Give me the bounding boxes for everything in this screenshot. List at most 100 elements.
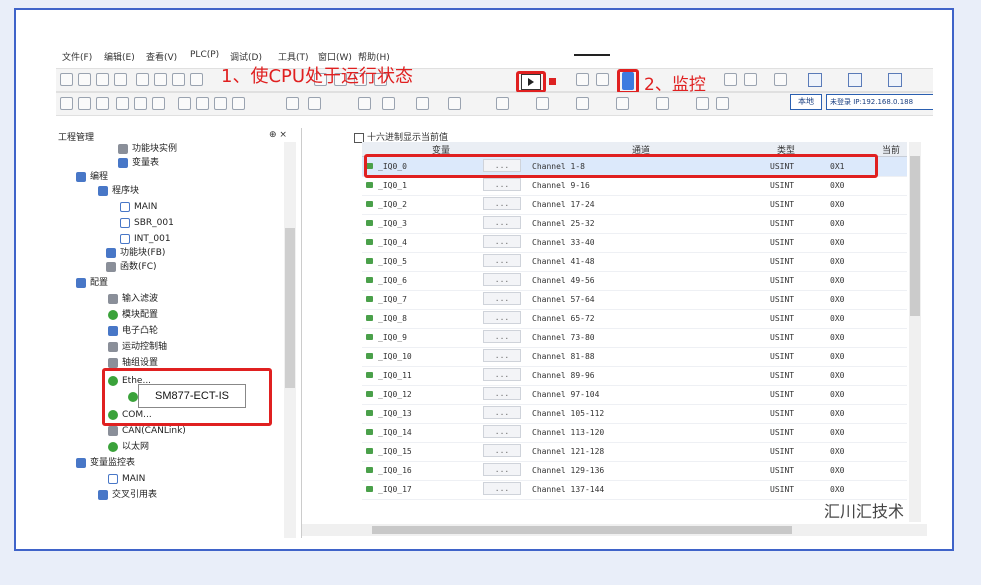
browse-button[interactable]: ... bbox=[483, 254, 521, 267]
browse-button[interactable]: ... bbox=[483, 216, 521, 229]
browse-button[interactable]: ... bbox=[483, 349, 521, 362]
tree-item[interactable]: 变量监控表 bbox=[76, 456, 135, 470]
contact-n-icon[interactable] bbox=[232, 97, 245, 110]
table-row[interactable]: _IQ0_11... Channel 89-96 USINT 0X0 bbox=[362, 366, 907, 386]
tree-item[interactable]: 运动控制轴 bbox=[108, 340, 167, 354]
local-button[interactable]: 本地 bbox=[790, 94, 822, 110]
tree-item[interactable]: CAN(CANLink) bbox=[108, 424, 186, 438]
table-row[interactable]: _IQ0_9... Channel 73-80 USINT 0X0 bbox=[362, 328, 907, 348]
menu-view[interactable]: 查看(V) bbox=[146, 50, 177, 63]
browse-button[interactable]: ... bbox=[483, 197, 521, 210]
contact-p-icon[interactable] bbox=[214, 97, 227, 110]
browse-button[interactable]: ... bbox=[483, 292, 521, 305]
hline-icon[interactable] bbox=[286, 97, 299, 110]
browse-button[interactable]: ... bbox=[483, 444, 521, 457]
table-row[interactable]: _IQ0_14... Channel 113-120 USINT 0X0 bbox=[362, 423, 907, 443]
browse-button[interactable]: ... bbox=[483, 235, 521, 248]
stop-button[interactable] bbox=[546, 74, 560, 90]
grid-hscroll-thumb[interactable] bbox=[372, 526, 792, 534]
tree-item[interactable]: 功能块(FB) bbox=[106, 246, 165, 260]
tree-scroll-thumb[interactable] bbox=[285, 228, 295, 388]
table-row[interactable]: _IQ0_2... Channel 17-24 USINT 0X0 bbox=[362, 195, 907, 215]
tree-item[interactable]: 电子凸轮 bbox=[108, 324, 158, 338]
browse-button[interactable]: ... bbox=[483, 463, 521, 476]
table-row[interactable]: _IQ0_13... Channel 105-112 USINT 0X0 bbox=[362, 404, 907, 424]
browse-button[interactable]: ... bbox=[483, 425, 521, 438]
parallel-icon[interactable] bbox=[382, 97, 395, 110]
hex-checkbox[interactable] bbox=[354, 132, 364, 143]
disconnect-icon[interactable] bbox=[848, 73, 862, 87]
tree-item[interactable]: MAIN bbox=[120, 200, 157, 214]
contact-icon[interactable] bbox=[178, 97, 191, 110]
connection-status[interactable]: 未登录 IP:192.168.0.188 bbox=[826, 94, 933, 110]
table-row[interactable]: _IQ0_8... Channel 65-72 USINT 0X0 bbox=[362, 309, 907, 329]
tree-item[interactable]: 以太网 bbox=[108, 440, 149, 454]
grid-vscroll-thumb[interactable] bbox=[910, 156, 920, 316]
rung-delete-icon[interactable] bbox=[152, 97, 165, 110]
save-icon[interactable] bbox=[96, 73, 109, 86]
table-row[interactable]: _IQ0_16... Channel 129-136 USINT 0X0 bbox=[362, 461, 907, 481]
browse-button[interactable]: ... bbox=[483, 178, 521, 191]
compare-icon[interactable] bbox=[724, 73, 737, 86]
menu-file[interactable]: 文件(F) bbox=[62, 50, 92, 63]
table-row[interactable]: _IQ0_12... Channel 97-104 USINT 0X0 bbox=[362, 385, 907, 405]
table-row[interactable]: _IQ0_17... Channel 137-144 USINT 0X0 bbox=[362, 480, 907, 500]
il-icon[interactable] bbox=[78, 97, 91, 110]
tree-item[interactable]: 函数(FC) bbox=[106, 260, 156, 274]
vline-icon[interactable] bbox=[308, 97, 321, 110]
branch-icon[interactable] bbox=[416, 97, 429, 110]
not-icon[interactable] bbox=[656, 97, 669, 110]
ladder-icon[interactable] bbox=[60, 97, 73, 110]
print-icon[interactable] bbox=[114, 73, 127, 86]
new-file-icon[interactable] bbox=[60, 73, 73, 86]
reset-coil-icon[interactable] bbox=[536, 97, 549, 110]
table-row[interactable]: _IQ0_10... Channel 81-88 USINT 0X0 bbox=[362, 347, 907, 367]
browse-button[interactable]: ... bbox=[483, 387, 521, 400]
rung-add-icon[interactable] bbox=[116, 97, 129, 110]
browse-button[interactable]: ... bbox=[483, 273, 521, 286]
cut-icon[interactable] bbox=[136, 73, 149, 86]
browse-button[interactable]: ... bbox=[483, 368, 521, 381]
tree-item[interactable]: 模块配置 bbox=[108, 308, 158, 322]
tree-item[interactable]: 输入滤波 bbox=[108, 292, 158, 306]
settings-icon[interactable] bbox=[744, 73, 757, 86]
series-icon[interactable] bbox=[358, 97, 371, 110]
browse-button[interactable]: ... bbox=[483, 482, 521, 495]
table-row[interactable]: _IQ0_3... Channel 25-32 USINT 0X0 bbox=[362, 214, 907, 234]
paste-icon[interactable] bbox=[172, 73, 185, 86]
tree-item[interactable]: SBR_001 bbox=[120, 216, 174, 230]
connect-icon[interactable] bbox=[808, 73, 822, 87]
tree-item[interactable]: 程序块 bbox=[98, 184, 139, 198]
upload-plc-icon[interactable] bbox=[576, 73, 589, 86]
tree-item[interactable]: MAIN bbox=[108, 472, 145, 486]
download-plc-icon[interactable] bbox=[596, 73, 609, 86]
table-row[interactable]: _IQ0_6... Channel 49-56 USINT 0X0 bbox=[362, 271, 907, 291]
up-icon[interactable] bbox=[696, 97, 709, 110]
rung-insert-icon[interactable] bbox=[134, 97, 147, 110]
table-row[interactable]: _IQ0_15... Channel 121-128 USINT 0X0 bbox=[362, 442, 907, 462]
browse-button[interactable]: ... bbox=[483, 406, 521, 419]
coil-icon[interactable] bbox=[448, 97, 461, 110]
window-icon[interactable] bbox=[888, 73, 902, 87]
contact-nc-icon[interactable] bbox=[196, 97, 209, 110]
set-coil-icon[interactable] bbox=[496, 97, 509, 110]
tree-item[interactable]: 编程 bbox=[76, 170, 108, 184]
tree-item[interactable]: 功能块实例 bbox=[118, 142, 177, 156]
tree-item[interactable]: 配置 bbox=[76, 276, 108, 290]
open-file-icon[interactable] bbox=[78, 73, 91, 86]
tree-item[interactable]: 交叉引用表 bbox=[98, 488, 157, 502]
online-icon[interactable] bbox=[774, 73, 787, 86]
table-row[interactable]: _IQ0_1... Channel 9-16 USINT 0X0 bbox=[362, 176, 907, 196]
st-icon[interactable] bbox=[96, 97, 109, 110]
browse-button[interactable]: ... bbox=[483, 330, 521, 343]
function-icon[interactable] bbox=[576, 97, 589, 110]
header-current[interactable]: 当前 bbox=[882, 143, 900, 156]
menu-edit[interactable]: 编辑(E) bbox=[104, 50, 135, 63]
down-icon[interactable] bbox=[716, 97, 729, 110]
table-row[interactable]: _IQ0_5... Channel 41-48 USINT 0X0 bbox=[362, 252, 907, 272]
copy-icon[interactable] bbox=[154, 73, 167, 86]
tree-item[interactable]: 变量表 bbox=[118, 156, 159, 170]
ladder-line-icon[interactable] bbox=[616, 97, 629, 110]
table-row[interactable]: _IQ0_4... Channel 33-40 USINT 0X0 bbox=[362, 233, 907, 253]
table-row[interactable]: _IQ0_7... Channel 57-64 USINT 0X0 bbox=[362, 290, 907, 310]
